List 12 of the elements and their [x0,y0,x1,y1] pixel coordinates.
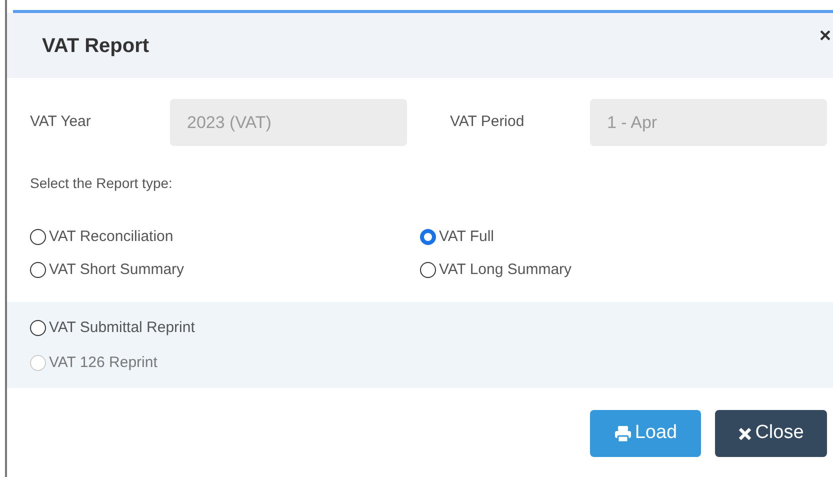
field-label: VAT Period [450,112,526,132]
radio-option[interactable]: VAT Submittal Reprint [30,317,195,340]
close-icon [738,426,752,440]
dialog-title: VAT Report [42,34,150,58]
radio-option[interactable]: VAT Long Summary [420,258,572,281]
close-button[interactable]: Close [715,410,827,457]
radio-option[interactable]: VAT Short Summary [30,258,184,281]
radio-option[interactable]: VAT Reconciliation [30,226,174,248]
report-type-label: Select the Report type: [29,174,174,193]
printer-icon [614,424,632,442]
radio-option[interactable]: VAT Full [420,226,494,248]
field-label: VAT Year [30,112,92,132]
